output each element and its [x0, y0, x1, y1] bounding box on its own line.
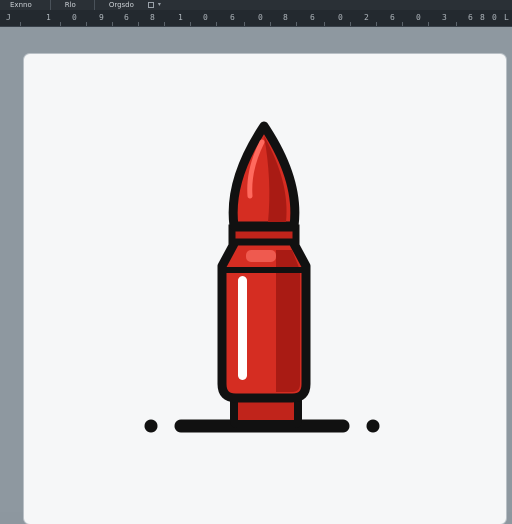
ground-dot-left	[144, 419, 158, 433]
casing-highlight	[238, 276, 247, 380]
ground-dot-right	[366, 419, 380, 433]
bullet-illustration	[144, 121, 380, 433]
shoulder-highlight	[246, 250, 276, 262]
